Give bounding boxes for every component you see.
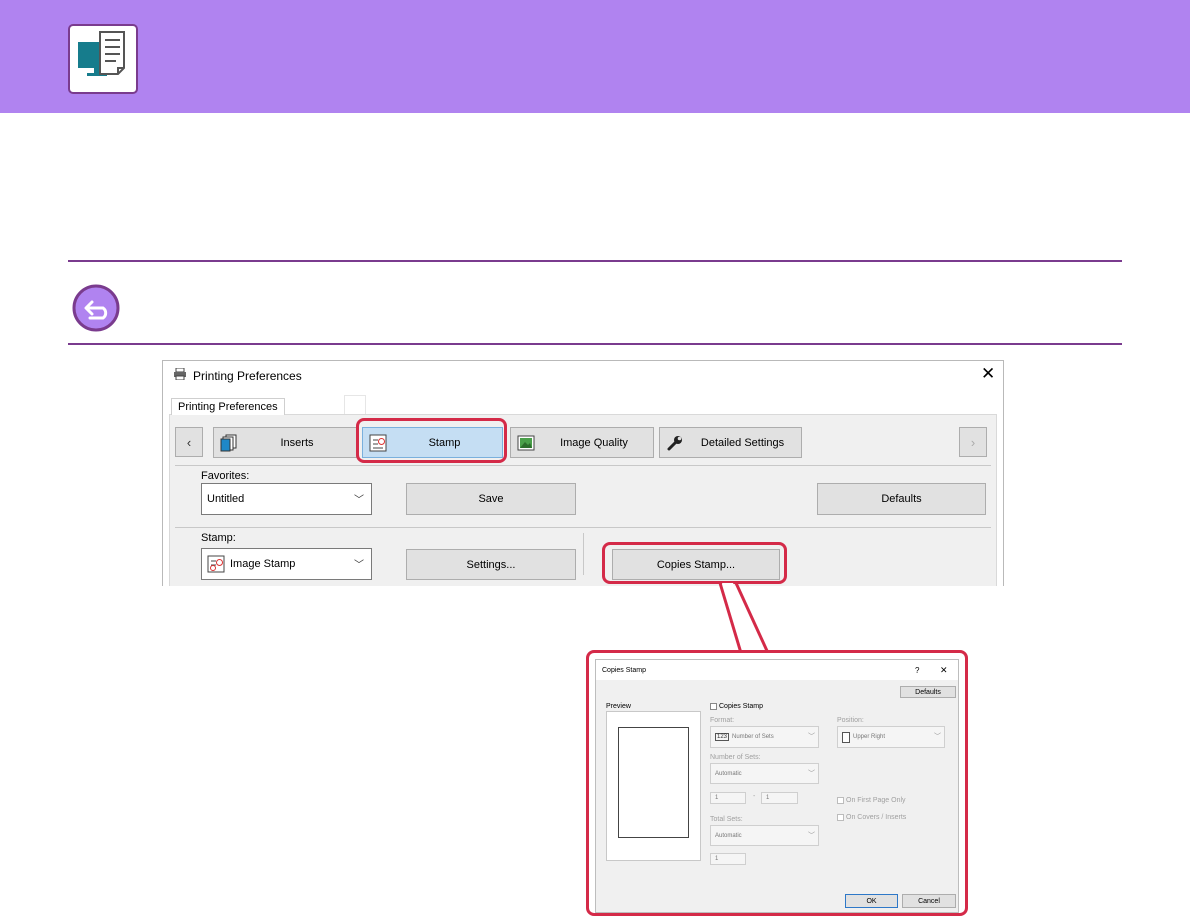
position-label: Position: (837, 717, 864, 724)
ok-button[interactable]: OK (845, 894, 898, 908)
position-value: Upper Right (853, 734, 886, 740)
preview-page (618, 727, 689, 838)
total-sets-label: Total Sets: (710, 816, 743, 823)
copies-stamp-window: Copies Stamp ? ✕ Defaults Preview Copies… (595, 659, 959, 913)
defaults-button[interactable]: Defaults (900, 686, 956, 698)
range-from-value: 1 (715, 795, 719, 801)
number-of-sets-select[interactable]: Automatic ﹀ (710, 763, 819, 784)
preview-pane (606, 711, 701, 861)
copies-stamp-dialog: Copies Stamp ? ✕ Defaults Preview Copies… (586, 650, 968, 916)
format-value: Number of Sets (732, 734, 774, 740)
total-sets-number-value: 1 (715, 856, 719, 862)
preview-label: Preview (606, 703, 631, 710)
chevron-down-icon: ﹀ (808, 832, 815, 839)
chevron-down-icon: ﹀ (934, 733, 941, 741)
position-select[interactable]: Upper Right ﹀ (837, 726, 945, 748)
on-covers-inserts-label: On Covers / Inserts (846, 814, 907, 821)
chevron-down-icon: ﹀ (808, 770, 815, 777)
range-from-input[interactable]: 1 (710, 792, 746, 804)
on-first-page-only-label: On First Page Only (846, 797, 906, 804)
copies-stamp-title: Copies Stamp (602, 667, 646, 674)
copies-stamp-checkbox-label: Copies Stamp (719, 703, 763, 710)
format-label: Format: (710, 717, 735, 724)
range-to-input[interactable]: 1 (761, 792, 798, 804)
on-first-page-only-checkbox[interactable] (837, 797, 844, 804)
close-icon[interactable]: ✕ (940, 665, 948, 676)
number-badge-icon: 123 (715, 733, 730, 741)
number-of-sets-value: Automatic (715, 770, 742, 777)
total-sets-value: Automatic (715, 832, 742, 839)
cancel-button[interactable]: Cancel (902, 894, 956, 908)
on-covers-inserts-checkbox[interactable] (837, 814, 844, 821)
page-icon (842, 731, 850, 743)
help-icon[interactable]: ? (915, 666, 919, 675)
range-dash: - (753, 793, 756, 800)
copies-stamp-titlebar (596, 660, 958, 680)
number-of-sets-label: Number of Sets: (710, 754, 761, 761)
total-sets-select[interactable]: Automatic ﹀ (710, 825, 819, 846)
total-sets-number-input[interactable]: 1 (710, 853, 746, 865)
format-select[interactable]: 123 Number of Sets ﹀ (710, 726, 819, 748)
copies-stamp-checkbox[interactable] (710, 703, 717, 710)
range-to-value: 1 (766, 795, 770, 801)
chevron-down-icon: ﹀ (808, 733, 815, 741)
